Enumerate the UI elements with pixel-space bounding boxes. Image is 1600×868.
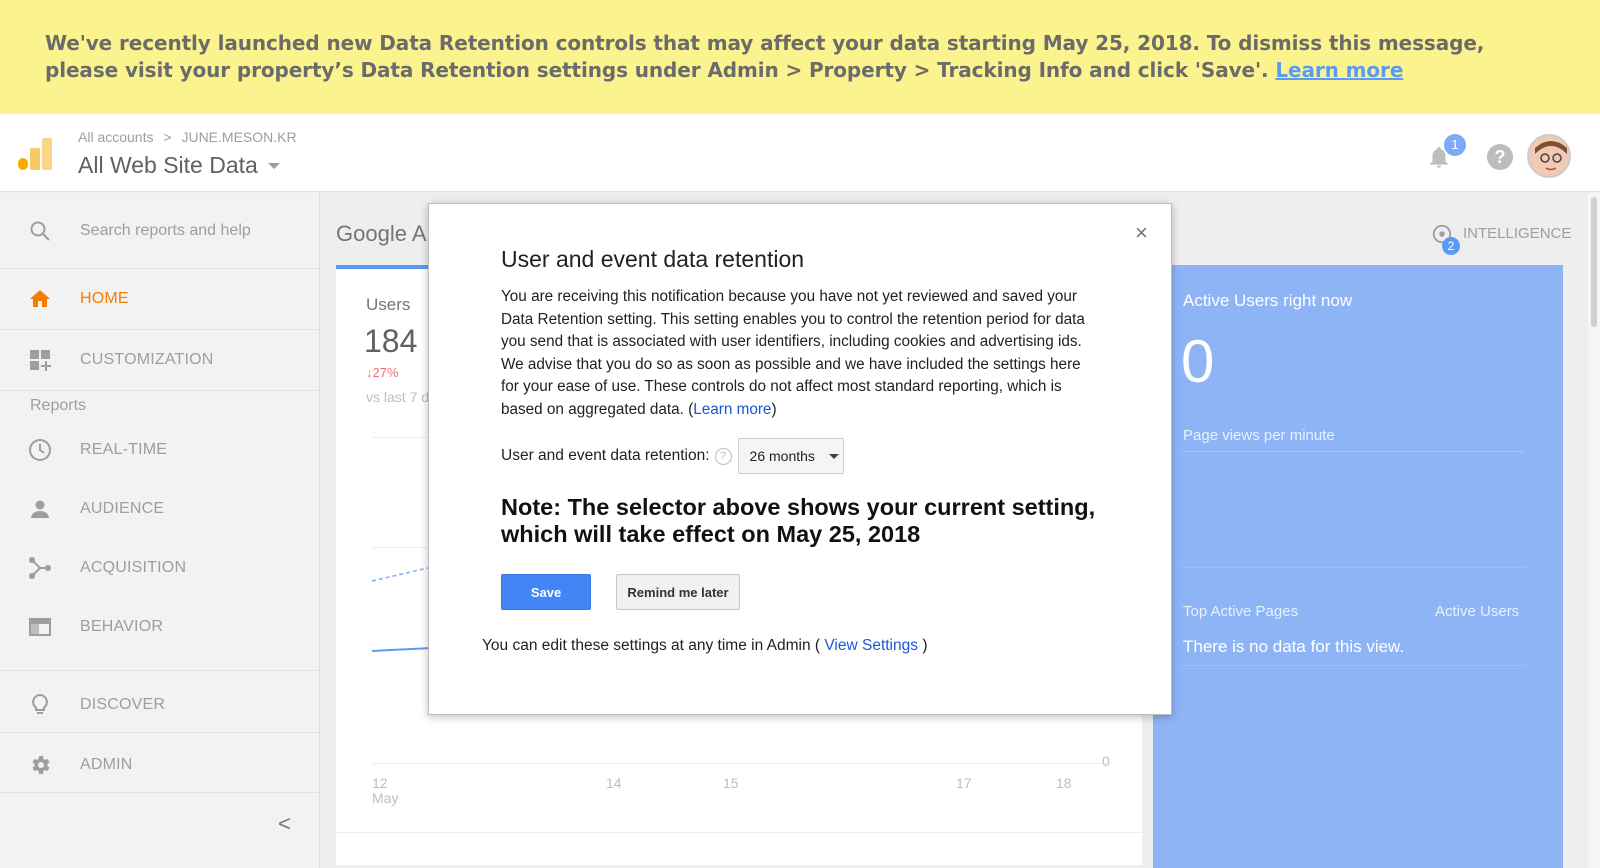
dialog-body-end: ) [771, 400, 777, 418]
retention-label: User and event data retention: [501, 447, 710, 464]
banner-message: We've recently launched new Data Retenti… [45, 31, 1485, 82]
users-delta: ↓27% [366, 365, 399, 380]
person-icon [31, 500, 49, 518]
notification-count-badge: 1 [1444, 134, 1466, 156]
sidebar-item-label: HOME [80, 290, 129, 307]
x-tick-label: 14 [606, 775, 622, 791]
view-selector[interactable]: All Web Site Data [78, 152, 280, 179]
intelligence-badge: 2 [1442, 237, 1460, 255]
effective-date-note: Note: The selector above shows your curr… [501, 494, 1096, 547]
dialog-footer: You can edit these settings at any time … [482, 637, 927, 655]
x-tick-label: 12 [372, 775, 388, 791]
close-icon[interactable]: × [1135, 220, 1148, 246]
pageviews-per-minute-label: Page views per minute [1183, 427, 1335, 444]
banner-text: We've recently launched new Data Retenti… [45, 30, 1555, 84]
retention-setting-row: User and event data retention: ? 26 mont… [501, 438, 844, 474]
avatar[interactable] [1527, 134, 1571, 178]
search-icon [30, 221, 50, 241]
users-metric-label[interactable]: Users [366, 295, 410, 315]
banner-learn-more-link[interactable]: Learn more [1275, 58, 1403, 82]
sidebar-item-home[interactable]: HOME [0, 269, 320, 329]
sidebar-item-label: ACQUISITION [80, 559, 187, 576]
dialog-body-text: You are receiving this notification beca… [501, 288, 1085, 418]
top-header: All accounts > JUNE.MESON.KR All Web Sit… [0, 114, 1600, 192]
home-icon [30, 290, 50, 307]
divider [0, 670, 320, 671]
divider [1183, 451, 1525, 452]
analytics-logo[interactable] [18, 138, 52, 170]
chevron-down-icon [267, 162, 280, 169]
breadcrumb-account[interactable]: JUNE.MESON.KR [181, 129, 296, 145]
chart-lines [372, 566, 432, 652]
behavior-window-icon [29, 618, 51, 636]
sidebar-item-label: REAL-TIME [80, 441, 168, 458]
breadcrumb-root[interactable]: All accounts [78, 129, 153, 145]
sidebar-item-admin[interactable]: ADMIN [0, 735, 320, 795]
remind-me-later-button[interactable]: Remind me later [616, 574, 740, 610]
dialog-learn-more-link[interactable]: Learn more [693, 401, 771, 418]
sidebar-item-label: ADMIN [80, 756, 133, 773]
chevron-down-icon [828, 453, 839, 459]
page-title: Google A [336, 221, 427, 246]
data-retention-dialog: × User and event data retention You are … [428, 203, 1172, 715]
x-tick-label: 18 [1056, 775, 1072, 791]
breadcrumb-separator-icon: > [163, 129, 172, 145]
users-metric-value: 184 [364, 323, 418, 359]
no-data-message: There is no data for this view. [1183, 637, 1405, 656]
search-input[interactable]: Search reports and help [80, 222, 251, 240]
retention-selected-value: 26 months [749, 448, 815, 464]
acquisition-icon [29, 557, 51, 579]
sidebar-item-label: AUDIENCE [80, 500, 165, 517]
active-users-column-label: Active Users [1435, 603, 1520, 620]
footer-end: ) [922, 637, 928, 654]
sidebar-item-customization[interactable]: CUSTOMIZATION [0, 330, 320, 390]
help-circle-icon[interactable]: ? [714, 447, 732, 465]
users-comparison: vs last 7 d [366, 389, 430, 405]
x-tick-month-label: May [372, 790, 399, 806]
divider [1183, 665, 1525, 666]
sidebar-item-behavior[interactable]: BEHAVIOR [0, 597, 320, 657]
sidebar-item-label: DISCOVER [80, 696, 166, 713]
realtime-active-users-value: 0 [1181, 328, 1215, 395]
sidebar-item-audience[interactable]: AUDIENCE [0, 479, 320, 539]
lightbulb-icon [32, 693, 48, 714]
breadcrumb[interactable]: All accounts > JUNE.MESON.KR [78, 129, 297, 145]
dashboard-add-icon [30, 350, 51, 371]
x-tick-label: 15 [723, 775, 739, 791]
save-button[interactable]: Save [501, 574, 591, 610]
y-axis-zero-label: 0 [1102, 753, 1110, 769]
data-retention-banner: We've recently launched new Data Retenti… [0, 0, 1600, 114]
view-title[interactable]: All Web Site Data [78, 152, 258, 179]
retention-period-select[interactable]: 26 months [737, 438, 844, 474]
gear-icon [32, 756, 50, 774]
reports-section-label: Reports [30, 397, 87, 414]
clock-icon [29, 439, 51, 461]
sidebar-item-discover[interactable]: DISCOVER [0, 675, 320, 735]
view-settings-link[interactable]: View Settings [824, 637, 918, 654]
page-scrollbar[interactable] [1588, 193, 1600, 868]
sidebar-search[interactable]: Search reports and help [0, 193, 320, 269]
intelligence-button[interactable]: INTELLIGENCE [1463, 225, 1571, 242]
divider [0, 732, 320, 733]
divider [0, 390, 320, 391]
realtime-title: Active Users right now [1183, 291, 1353, 310]
top-active-pages-label: Top Active Pages [1183, 603, 1299, 620]
footer-text: You can edit these settings at any time … [482, 637, 821, 654]
sidebar-item-label: CUSTOMIZATION [80, 351, 214, 368]
sidebar-item-realtime[interactable]: REAL-TIME [0, 420, 320, 480]
sidebar: Search reports and help HOME CUSTOMIZATI… [0, 193, 320, 868]
sidebar-item-label: BEHAVIOR [80, 618, 164, 635]
dialog-title: User and event data retention [501, 246, 805, 272]
sidebar-item-acquisition[interactable]: ACQUISITION [0, 538, 320, 598]
dialog-body: You are receiving this notification beca… [501, 286, 1101, 421]
divider [0, 792, 320, 793]
collapse-sidebar-icon[interactable]: < [278, 811, 291, 837]
chart-gridline [372, 763, 1112, 764]
help-icon[interactable]: ? [1487, 144, 1513, 170]
x-tick-label: 17 [956, 775, 972, 791]
divider [1183, 567, 1525, 568]
realtime-panel: Active Users right now 0 Page views per … [1153, 265, 1563, 868]
card-divider [336, 832, 1142, 833]
